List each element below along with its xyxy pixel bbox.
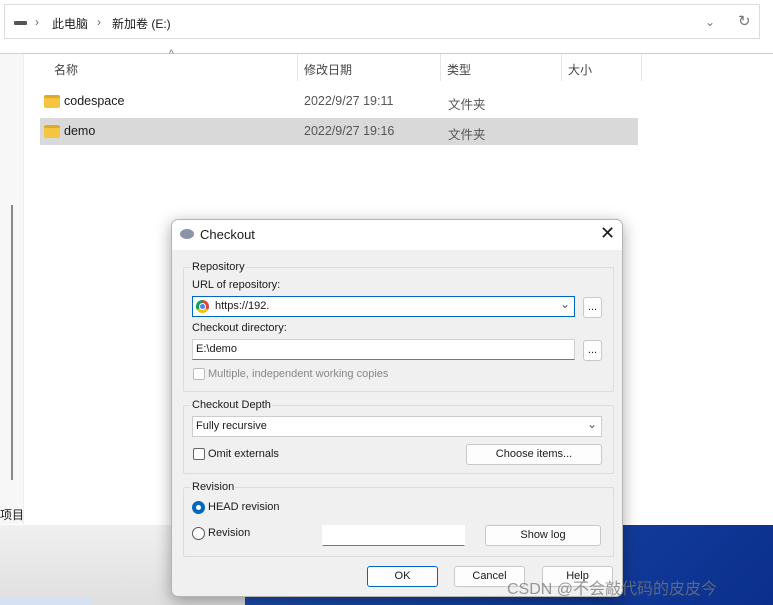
column-type[interactable]: 类型 [441, 54, 562, 81]
chevron-down-icon[interactable]: ⌄ [560, 297, 570, 311]
dir-input[interactable]: E:\demo [192, 339, 575, 360]
address-bar[interactable]: › 此电脑 › 新加卷 (E:) ⌄ ↻ [4, 4, 760, 39]
scrollbar[interactable] [11, 205, 13, 480]
breadcrumb-drive[interactable]: 新加卷 (E:) [112, 15, 171, 32]
taskbar-item [0, 598, 92, 605]
chevron-right-icon: › [35, 15, 39, 29]
url-label: URL of repository: [192, 279, 281, 291]
multiple-label: Multiple, independent working copies [208, 368, 389, 380]
show-log-button[interactable]: Show log [485, 525, 601, 546]
omit-externals-checkbox[interactable] [193, 448, 205, 460]
file-row[interactable]: codespace 2022/9/27 19:11 文件夹 [40, 88, 638, 115]
file-type: 文件夹 [448, 98, 486, 112]
breadcrumb-this-pc[interactable]: 此电脑 [52, 15, 88, 32]
ok-button[interactable]: OK [367, 566, 438, 587]
folder-icon [44, 95, 60, 108]
file-name: codespace [64, 94, 125, 108]
dir-label: Checkout directory: [192, 322, 287, 334]
url-combobox[interactable]: https://192. ⌄ [192, 296, 575, 317]
file-type: 文件夹 [448, 128, 486, 142]
multiple-checkbox[interactable] [193, 368, 205, 380]
omit-externals-label: Omit externals [208, 448, 279, 460]
watermark: CSDN @不会敲代码的皮皮今 [507, 581, 718, 598]
checkout-dialog: Checkout ✕ Repository URL of repository:… [171, 219, 623, 597]
tortoise-icon [180, 229, 194, 239]
file-row[interactable]: demo 2022/9/27 19:16 文件夹 [40, 118, 638, 145]
dir-browse-button[interactable]: ... [583, 340, 602, 361]
revision-group [183, 487, 614, 557]
file-date: 2022/9/27 19:11 [304, 94, 394, 108]
depth-group-label: Checkout Depth [191, 399, 272, 411]
choose-items-button[interactable]: Choose items... [466, 444, 602, 465]
column-size[interactable]: 大小 [562, 54, 642, 81]
revision-input[interactable] [322, 525, 465, 546]
head-revision-radio[interactable] [192, 501, 205, 514]
title-bar: Checkout ✕ [172, 220, 622, 250]
url-value: https://192. [215, 300, 270, 312]
chevron-down-icon[interactable]: ⌄ [705, 15, 715, 29]
column-name[interactable]: 名称 [48, 54, 298, 81]
depth-value: Fully recursive [196, 420, 267, 432]
revision-radio[interactable] [192, 527, 205, 540]
chevron-down-icon: ⌄ [587, 417, 598, 431]
chevron-right-icon: › [97, 15, 101, 29]
file-name: demo [64, 124, 96, 138]
status-item-count: 项目 [0, 508, 25, 522]
repository-group-label: Repository [191, 261, 246, 273]
column-date[interactable]: 修改日期 [298, 54, 441, 81]
file-date: 2022/9/27 19:16 [304, 124, 395, 138]
close-icon[interactable]: ✕ [600, 223, 615, 244]
chrome-icon [196, 300, 209, 313]
folder-icon [44, 125, 60, 138]
refresh-icon[interactable]: ↻ [738, 12, 751, 30]
dialog-title: Checkout [200, 227, 255, 242]
drive-icon [14, 21, 27, 25]
revision-label: Revision [208, 527, 251, 539]
head-revision-label: HEAD revision [208, 501, 280, 513]
revision-group-label: Revision [191, 481, 236, 493]
depth-select[interactable]: Fully recursive ⌄ [192, 416, 602, 437]
dir-value: E:\demo [196, 343, 237, 355]
url-browse-button[interactable]: ... [583, 297, 602, 318]
